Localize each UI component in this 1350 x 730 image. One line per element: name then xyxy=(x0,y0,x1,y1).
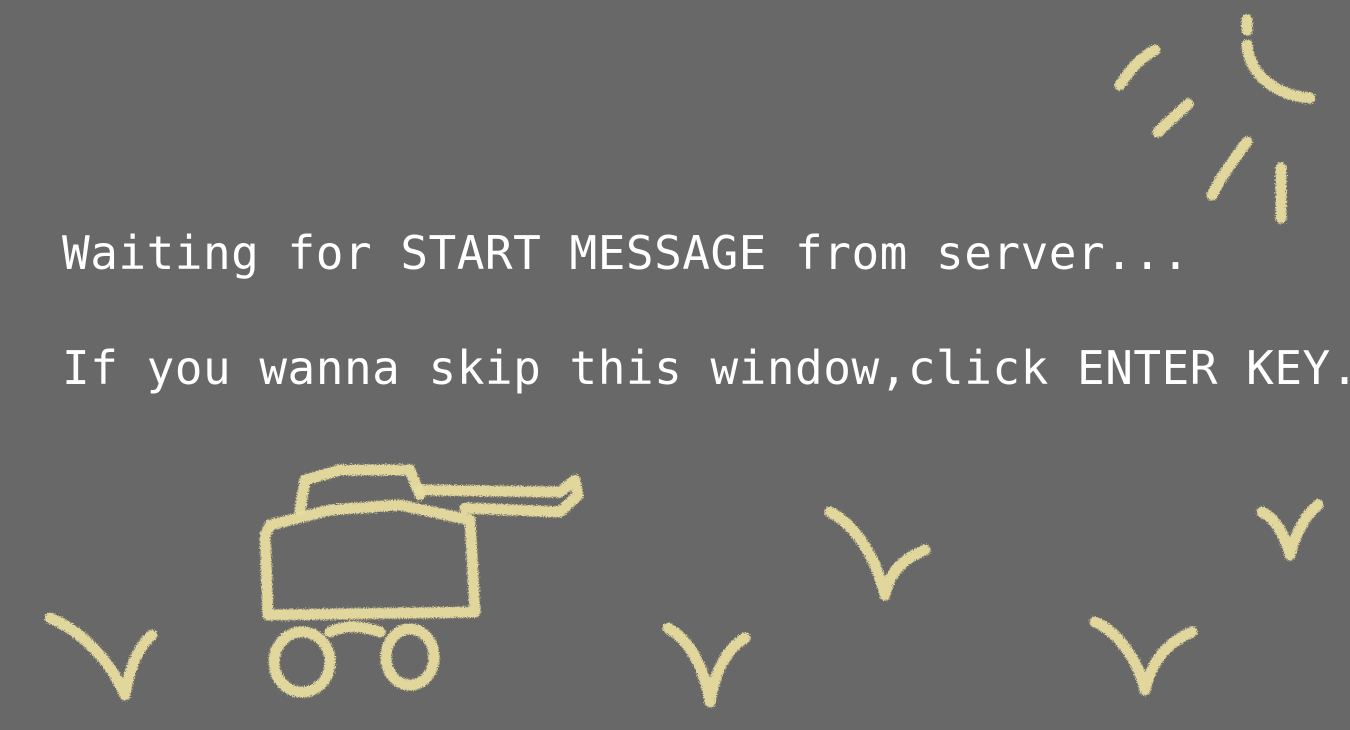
sprout-icon xyxy=(662,622,751,708)
waiting-screen: Waiting for START MESSAGE from server...… xyxy=(0,0,1350,730)
waiting-message: Waiting for START MESSAGE from server... xyxy=(62,226,1190,280)
sprout-icon xyxy=(44,612,158,701)
sprout-icon xyxy=(824,506,931,601)
tank-icon xyxy=(259,464,584,698)
sprout-icon xyxy=(1089,616,1198,696)
sun-icon xyxy=(1114,14,1316,224)
skip-hint-message: If you wanna skip this window,click ENTE… xyxy=(62,341,1350,395)
sprout-icon xyxy=(1256,499,1324,561)
